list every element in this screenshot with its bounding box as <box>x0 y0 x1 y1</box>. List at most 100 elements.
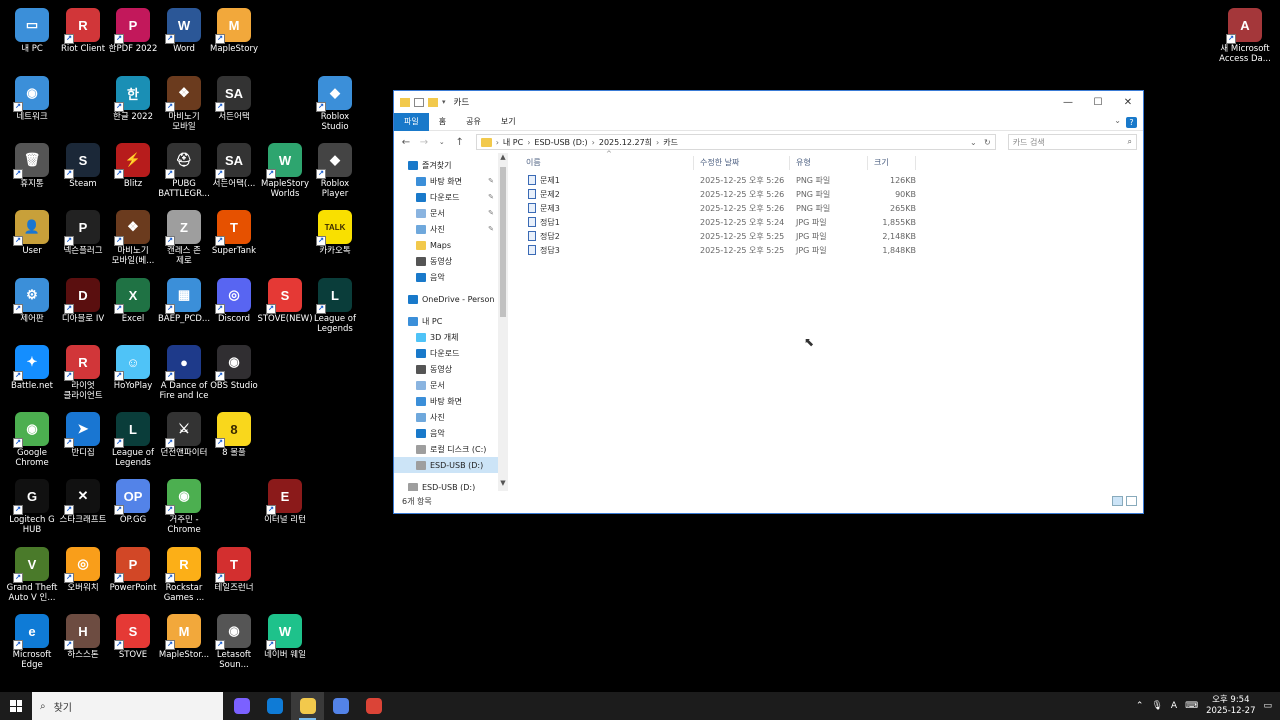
desktop-icon[interactable]: ● ↗ A Dance of Fire and Ice <box>156 345 212 401</box>
column-type[interactable]: 유형 <box>790 156 868 170</box>
scroll-down-icon[interactable]: ▼ <box>498 479 508 491</box>
nav-item[interactable]: ESD-USB (D:) <box>394 457 498 473</box>
address-bar[interactable]: › 내 PC › ESD-USB (D:) › 2025.12.27희 › 카드… <box>475 134 996 150</box>
desktop-icon[interactable]: Z ↗ 캔레스 존 제로 <box>156 210 212 266</box>
desktop-icon[interactable]: ◆ ↗ Roblox Studio <box>307 76 363 132</box>
desktop-icon[interactable]: SA ↗ 서든어택 <box>206 76 262 122</box>
desktop-icon[interactable]: ⛑ ↗ PUBG BATTLEGR... <box>156 143 212 199</box>
ime-indicator[interactable]: A <box>1171 701 1177 711</box>
refresh-icon[interactable]: ↻ <box>984 138 991 147</box>
column-size[interactable]: 크기 <box>868 156 916 170</box>
navigation-scrollbar[interactable]: ▲ ▼ <box>498 153 508 491</box>
start-button[interactable] <box>0 692 32 720</box>
file-row[interactable]: 문제3 2025-12-25 오후 5:26 PNG 파일 265KB <box>520 201 1143 215</box>
nav-item[interactable]: 사진 ✎ <box>394 221 498 237</box>
forward-arrow-icon[interactable]: → <box>418 137 430 148</box>
chevron-down-icon[interactable]: ⌄ <box>970 138 977 147</box>
nav-item[interactable]: 바탕 화면 ✎ <box>394 173 498 189</box>
nav-item[interactable]: 내 PC <box>394 313 498 329</box>
file-row[interactable]: 문제2 2025-12-25 오후 5:26 PNG 파일 90KB <box>520 187 1143 201</box>
file-row[interactable]: 정답2 2025-12-25 오후 5:25 JPG 파일 2,148KB <box>520 229 1143 243</box>
details-view-icon[interactable] <box>1112 496 1123 506</box>
nav-item[interactable]: 동영상 <box>394 253 498 269</box>
taskbar-app[interactable] <box>324 692 357 720</box>
desktop-icon[interactable]: T ↗ 테일즈런너 <box>206 547 262 593</box>
nav-item[interactable]: 음악 <box>394 269 498 285</box>
desktop-icon[interactable]: ❖ ↗ 마비노기 모바일 <box>156 76 212 132</box>
title-bar[interactable]: ▾ 카드 — ☐ ✕ <box>394 91 1143 113</box>
taskbar-app[interactable] <box>225 692 258 720</box>
expand-ribbon-icon[interactable]: ⌄ <box>1114 116 1121 125</box>
nav-item[interactable]: 문서 ✎ <box>394 205 498 221</box>
column-date[interactable]: 수정한 날짜 <box>694 156 790 170</box>
desktop-icon[interactable]: V ↗ Grand Theft Auto V 인... <box>4 547 60 603</box>
customize-toolbar-icon[interactable]: ▾ <box>442 98 446 106</box>
desktop-icon[interactable]: E ↗ 이터널 리턴 <box>257 479 313 525</box>
tab-view[interactable]: 보기 <box>491 113 526 131</box>
desktop-icon[interactable]: L ↗ League of Legends <box>307 278 363 334</box>
file-explorer-window[interactable]: ▾ 카드 — ☐ ✕ 파일 홈 공유 보기 ⌄ ? ← → ⌄ ↑ › 내 PC… <box>393 90 1144 514</box>
nav-item[interactable]: 다운로드 <box>394 345 498 361</box>
nav-item[interactable]: OneDrive - Person <box>394 291 498 307</box>
desktop-icon[interactable]: ◆ ↗ Roblox Player <box>307 143 363 199</box>
desktop-icon[interactable]: ◉ ↗ 거주민 - Chrome <box>156 479 212 535</box>
chevron-right-icon[interactable]: › <box>527 138 530 147</box>
file-row[interactable]: 정답3 2025-12-25 오후 5:25 JPG 파일 1,848KB <box>520 243 1143 257</box>
taskbar-app[interactable] <box>258 692 291 720</box>
desktop-icon[interactable]: R ↗ Rockstar Games ... <box>156 547 212 603</box>
back-arrow-icon[interactable]: ← <box>400 137 412 148</box>
nav-item[interactable]: 문서 <box>394 377 498 393</box>
desktop-icon[interactable]: ◉ ↗ 네트워크 <box>4 76 60 122</box>
nav-item[interactable]: 바탕 화면 <box>394 393 498 409</box>
file-row[interactable]: 문제1 2025-12-25 오후 5:26 PNG 파일 126KB <box>520 173 1143 187</box>
recent-locations-icon[interactable]: ⌄ <box>436 138 448 146</box>
tab-file[interactable]: 파일 <box>394 112 429 131</box>
taskbar-search-box[interactable]: ⌕ 찾기 <box>32 692 223 720</box>
help-icon[interactable]: ? <box>1126 117 1137 128</box>
nav-item[interactable]: ESD-USB (D:) <box>394 479 498 491</box>
nav-item[interactable]: 사진 <box>394 409 498 425</box>
nav-item[interactable]: Maps <box>394 237 498 253</box>
search-input[interactable]: 카드 검색 ⌕ <box>1007 134 1137 150</box>
desktop-icon[interactable]: ◉ ↗ Google Chrome <box>4 412 60 468</box>
desktop-icon[interactable]: e ↗ Microsoft Edge <box>4 614 60 670</box>
chevron-right-icon[interactable]: › <box>592 138 595 147</box>
desktop-icon[interactable]: T ↗ SuperTank <box>206 210 262 256</box>
nav-item[interactable]: 로컬 디스크 (C:) <box>394 441 498 457</box>
tab-home[interactable]: 홈 <box>429 113 456 131</box>
notifications-icon[interactable]: ▭ <box>1263 701 1272 711</box>
column-name[interactable]: 이름 <box>520 156 694 170</box>
breadcrumb-current[interactable]: 카드 <box>663 137 678 148</box>
nav-item[interactable]: 동영상 <box>394 361 498 377</box>
scroll-thumb[interactable] <box>500 167 506 317</box>
breadcrumb-drive[interactable]: ESD-USB (D:) <box>534 138 587 147</box>
nav-item[interactable]: 음악 <box>394 425 498 441</box>
show-hidden-icons-icon[interactable]: ⌃ <box>1136 701 1144 711</box>
tab-share[interactable]: 공유 <box>456 113 491 131</box>
desktop-icon[interactable]: R ↗ 라이엇 클라이언트 <box>55 345 111 401</box>
desktop-icon[interactable]: M ↗ MapleStory <box>206 8 262 54</box>
taskbar-app[interactable] <box>291 692 324 720</box>
desktop-icon[interactable]: G ↗ Logitech G HUB <box>4 479 60 535</box>
large-icons-view-icon[interactable] <box>1126 496 1137 506</box>
breadcrumb-date-folder[interactable]: 2025.12.27희 <box>599 137 652 148</box>
microphone-icon[interactable]: 🎙 <box>1151 701 1162 711</box>
taskbar-app[interactable] <box>357 692 390 720</box>
scroll-up-icon[interactable]: ▲ <box>498 153 508 165</box>
clock[interactable]: 오후 9:54 2025-12-27 <box>1206 695 1255 717</box>
desktop-icon[interactable]: A ↗ 새 Microsoft Access Da... <box>1217 8 1273 64</box>
breadcrumb-this-pc[interactable]: 내 PC <box>503 137 523 148</box>
minimize-button[interactable]: — <box>1053 91 1083 113</box>
desktop-icon[interactable]: L ↗ League of Legends <box>105 412 161 468</box>
keyboard-icon[interactable]: ⌨ <box>1185 701 1198 711</box>
file-row[interactable]: 정답1 2025-12-25 오후 5:24 JPG 파일 1,855KB <box>520 215 1143 229</box>
desktop-icon[interactable]: ◉ ↗ OBS Studio <box>206 345 262 391</box>
nav-item[interactable]: 3D 개체 <box>394 329 498 345</box>
desktop-icon[interactable]: ◉ ↗ Letasoft Soun... <box>206 614 262 670</box>
up-arrow-icon[interactable]: ↑ <box>454 137 466 148</box>
properties-icon[interactable] <box>414 97 424 107</box>
nav-item[interactable]: 즐겨찾기 <box>394 157 498 173</box>
desktop-icon[interactable]: W ↗ 네이버 웨일 <box>257 614 313 660</box>
new-folder-icon[interactable] <box>428 97 438 107</box>
nav-item[interactable]: 다운로드 ✎ <box>394 189 498 205</box>
